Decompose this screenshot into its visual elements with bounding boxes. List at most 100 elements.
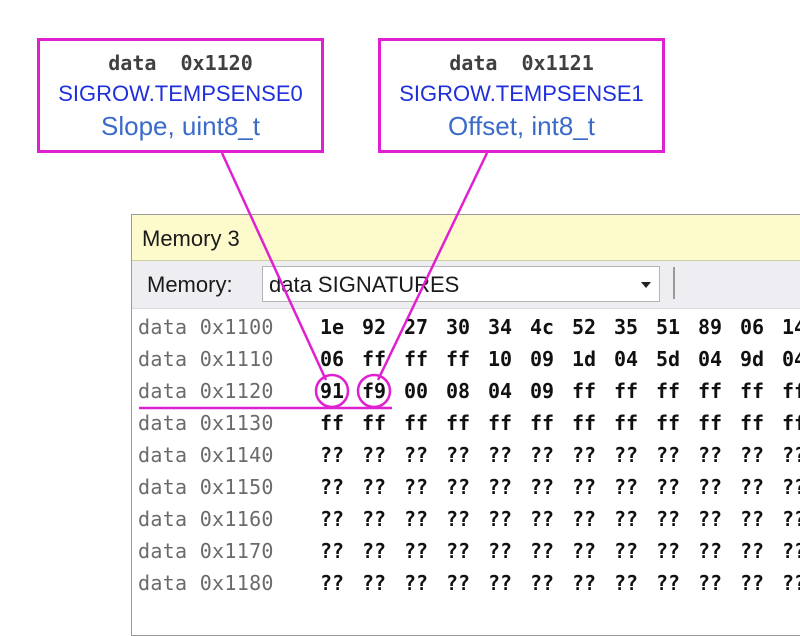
memory-byte[interactable]: 52 [572, 315, 614, 339]
memory-byte[interactable]: ?? [614, 475, 656, 499]
memory-byte[interactable]: 09 [530, 379, 572, 403]
memory-byte[interactable]: 34 [488, 315, 530, 339]
memory-byte[interactable]: ?? [320, 475, 362, 499]
memory-byte[interactable]: ?? [404, 443, 446, 467]
memory-byte[interactable]: ?? [572, 507, 614, 531]
memory-byte[interactable]: ff [614, 411, 656, 435]
memory-byte[interactable]: ff [698, 411, 740, 435]
memory-byte[interactable]: ?? [572, 475, 614, 499]
memory-byte[interactable]: ff [572, 411, 614, 435]
memory-byte[interactable]: ff [740, 379, 782, 403]
memory-byte[interactable]: ?? [698, 539, 740, 563]
memory-byte[interactable]: 04 [614, 347, 656, 371]
memory-byte[interactable]: ff [404, 411, 446, 435]
memory-byte[interactable]: 08 [446, 379, 488, 403]
memory-byte[interactable]: ?? [782, 539, 800, 563]
memory-byte[interactable]: ff [782, 411, 800, 435]
memory-address-dropdown[interactable]: data SIGNATURES [262, 266, 660, 302]
memory-byte[interactable]: ?? [320, 539, 362, 563]
memory-byte[interactable]: ff [362, 347, 404, 371]
memory-byte[interactable]: ?? [530, 475, 572, 499]
memory-byte[interactable]: ?? [698, 475, 740, 499]
memory-byte[interactable]: ?? [698, 571, 740, 595]
memory-byte[interactable]: ?? [446, 507, 488, 531]
memory-byte[interactable]: ?? [446, 443, 488, 467]
memory-byte[interactable]: 51 [656, 315, 698, 339]
memory-byte[interactable]: ff [740, 411, 782, 435]
memory-byte[interactable]: 9d [740, 347, 782, 371]
memory-byte[interactable]: ?? [362, 507, 404, 531]
memory-byte[interactable]: ?? [488, 443, 530, 467]
memory-byte[interactable]: ff [488, 411, 530, 435]
memory-byte[interactable]: 5d [656, 347, 698, 371]
memory-byte[interactable]: ?? [572, 539, 614, 563]
memory-byte[interactable]: f9 [362, 379, 404, 403]
memory-byte[interactable]: ?? [362, 443, 404, 467]
memory-byte[interactable]: ?? [362, 539, 404, 563]
memory-byte[interactable]: 04 [782, 347, 800, 371]
memory-byte[interactable]: ?? [530, 571, 572, 595]
memory-byte[interactable]: ?? [488, 539, 530, 563]
memory-byte[interactable]: 27 [404, 315, 446, 339]
memory-byte[interactable]: ?? [614, 539, 656, 563]
memory-byte[interactable]: 89 [698, 315, 740, 339]
memory-byte[interactable]: ?? [614, 507, 656, 531]
memory-byte[interactable]: 4c [530, 315, 572, 339]
memory-byte[interactable]: ff [656, 379, 698, 403]
memory-byte[interactable]: ?? [530, 539, 572, 563]
memory-byte[interactable]: ?? [656, 571, 698, 595]
memory-byte[interactable]: ?? [740, 571, 782, 595]
memory-byte[interactable]: ?? [320, 443, 362, 467]
memory-byte[interactable]: ?? [404, 571, 446, 595]
memory-byte[interactable]: ?? [656, 443, 698, 467]
memory-byte[interactable]: ?? [488, 571, 530, 595]
memory-byte[interactable]: ?? [572, 443, 614, 467]
memory-byte[interactable]: ?? [362, 571, 404, 595]
memory-byte[interactable]: ?? [614, 571, 656, 595]
memory-byte[interactable]: ?? [656, 539, 698, 563]
memory-byte[interactable]: ?? [572, 571, 614, 595]
memory-byte[interactable]: ff [656, 411, 698, 435]
memory-byte[interactable]: ?? [782, 443, 800, 467]
memory-byte[interactable]: ?? [656, 475, 698, 499]
memory-byte[interactable]: ff [782, 379, 800, 403]
memory-byte[interactable]: ?? [782, 571, 800, 595]
memory-byte[interactable]: ?? [782, 475, 800, 499]
memory-byte[interactable]: ff [530, 411, 572, 435]
memory-byte[interactable]: ?? [404, 507, 446, 531]
memory-byte[interactable]: ?? [656, 507, 698, 531]
memory-byte[interactable]: ff [362, 411, 404, 435]
memory-byte[interactable]: ?? [404, 475, 446, 499]
memory-byte[interactable]: 35 [614, 315, 656, 339]
memory-byte[interactable]: ?? [614, 443, 656, 467]
memory-byte[interactable]: ?? [404, 539, 446, 563]
memory-byte[interactable]: ?? [446, 539, 488, 563]
memory-byte[interactable]: ?? [740, 539, 782, 563]
memory-byte[interactable]: 1e [320, 315, 362, 339]
memory-byte[interactable]: ff [446, 411, 488, 435]
memory-byte[interactable]: 06 [740, 315, 782, 339]
memory-window-title[interactable]: Memory 3 [132, 215, 800, 261]
memory-byte[interactable]: ?? [488, 507, 530, 531]
memory-byte[interactable]: ff [320, 411, 362, 435]
memory-byte[interactable]: 04 [698, 347, 740, 371]
memory-byte[interactable]: 04 [488, 379, 530, 403]
memory-address-value[interactable]: data SIGNATURES [269, 272, 459, 298]
memory-byte[interactable]: 00 [404, 379, 446, 403]
memory-byte[interactable]: ?? [530, 443, 572, 467]
memory-byte[interactable]: ?? [740, 507, 782, 531]
memory-byte[interactable]: ff [572, 379, 614, 403]
memory-byte[interactable]: 14 [782, 315, 800, 339]
memory-byte[interactable]: 06 [320, 347, 362, 371]
memory-byte[interactable]: ?? [362, 475, 404, 499]
memory-byte[interactable]: 92 [362, 315, 404, 339]
chevron-down-icon[interactable] [641, 282, 651, 288]
memory-byte[interactable]: 10 [488, 347, 530, 371]
memory-byte[interactable]: ?? [740, 443, 782, 467]
memory-byte[interactable]: ?? [446, 475, 488, 499]
memory-byte[interactable]: ff [614, 379, 656, 403]
memory-byte[interactable]: ?? [320, 507, 362, 531]
memory-byte[interactable]: ff [446, 347, 488, 371]
memory-byte[interactable]: ?? [698, 507, 740, 531]
memory-byte[interactable]: ?? [782, 507, 800, 531]
